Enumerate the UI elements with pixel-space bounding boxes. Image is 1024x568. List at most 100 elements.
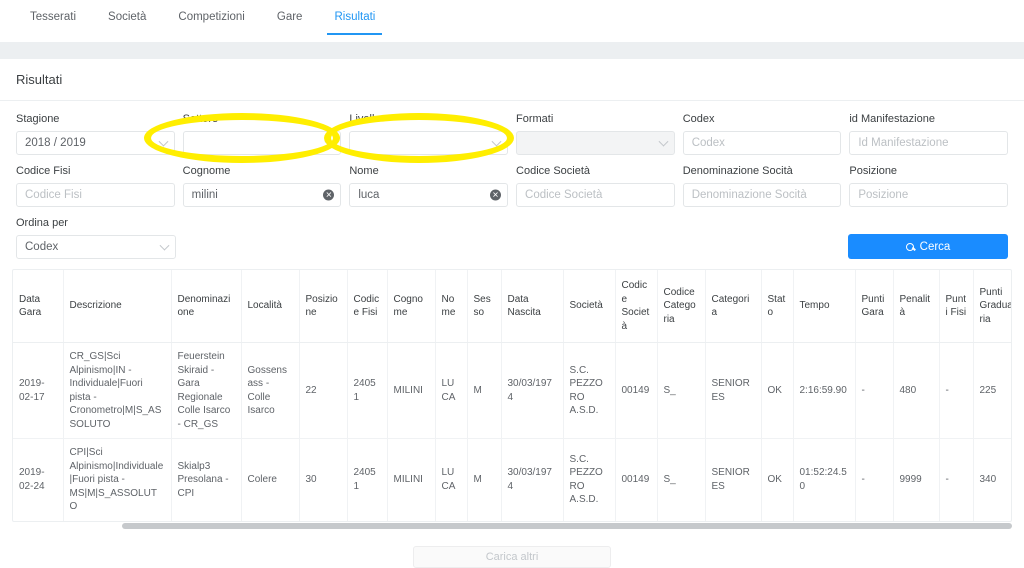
table-cell: -: [855, 342, 894, 439]
column-header: Tempo: [793, 270, 856, 343]
table-cell: OK: [761, 438, 794, 521]
input-codice-societ[interactable]: Codice Società: [516, 183, 675, 207]
filter-label-codex: Codex: [682, 113, 715, 125]
filter-row-2: Codice Fisi Codice Fisi Cognome milini ✕ Nome…: [16, 165, 1009, 207]
nav-tab-competizioni[interactable]: Competizioni: [162, 0, 260, 33]
select-formati: [516, 131, 675, 155]
horizontal-scrollbar[interactable]: [12, 521, 1012, 531]
results-card: Risultati Stagione 2018 / 2019 Settore Live…: [0, 59, 1024, 568]
search-button[interactable]: Cerca: [848, 234, 1008, 259]
table-cell: Feuerstein Skiraid - Gara Regionale Coll…: [171, 342, 242, 439]
filter-field-nome: Nome luca ✕: [349, 165, 509, 207]
input-posizione[interactable]: Posizione: [849, 183, 1009, 207]
column-header: Codice Categoria: [657, 270, 706, 343]
select-livello[interactable]: [349, 131, 509, 155]
filter-label-denominazione-socit: Denominazione Socità: [682, 165, 793, 177]
input-denominazione-socit[interactable]: Denominazione Socità: [682, 183, 842, 207]
load-more-button[interactable]: Carica altri: [413, 545, 611, 568]
select-settore[interactable]: [182, 131, 342, 155]
column-header: Posizione: [299, 270, 348, 343]
column-header: Nome: [435, 270, 468, 343]
column-header: Descrizione: [63, 270, 172, 343]
column-header: Codice Società: [615, 270, 658, 343]
page-title: Risultati: [0, 59, 1024, 101]
table-cell: Colere: [241, 438, 300, 521]
column-header: Data Gara: [13, 270, 64, 343]
page-background-band: [0, 42, 1024, 59]
table-cell: S.C. PEZZORO A.S.D.: [563, 342, 616, 439]
sort-by-select[interactable]: Codex: [16, 235, 176, 259]
table-cell: OK: [761, 342, 794, 439]
input-cognome[interactable]: milini ✕: [182, 183, 342, 207]
table-cell: M: [467, 342, 502, 439]
table-cell: 24051: [347, 438, 388, 521]
chevron-down-icon: [159, 240, 170, 251]
chevron-down-icon: [158, 136, 169, 147]
table-cell: 22: [299, 342, 348, 439]
table-cell: 2019-02-24: [13, 438, 64, 521]
select-stagione[interactable]: 2018 / 2019: [16, 131, 175, 155]
table-header-row: Data Gara Descrizione Denominazione Localit…: [13, 270, 1011, 343]
filter-field-codex: Codex Codex: [682, 113, 842, 155]
clear-icon-nome[interactable]: ✕: [490, 189, 502, 201]
table-cell: 30/03/1974: [501, 342, 564, 439]
table-cell: -: [939, 342, 974, 439]
table-cell: MILINI: [387, 342, 436, 439]
filter-label-stagione: Stagione: [16, 113, 60, 125]
filter-label-id-manifestazione: id Manifestazione: [849, 113, 935, 125]
column-header: Sesso: [467, 270, 502, 343]
table-cell: Gossensass - Colle Isarco: [241, 342, 300, 439]
placeholder-posizione: Posizione: [858, 189, 909, 201]
chevron-down-icon: [491, 136, 502, 147]
table-cell: 01:52:24.50: [793, 438, 856, 521]
filter-label-cognome: Cognome: [182, 165, 231, 177]
table-footer: Carica altri: [0, 531, 1024, 568]
filter-label-livello: Livello: [349, 113, 381, 125]
column-header: Stato: [761, 270, 794, 343]
nav-tab-tesserati[interactable]: Tesserati: [14, 0, 92, 33]
table-cell: CPI|Sci Alpinismo|Individuale|Fuori pist…: [63, 438, 172, 521]
column-header: Denominazione: [171, 270, 242, 343]
filter-field-posizione: Posizione Posizione: [849, 165, 1009, 207]
input-codice-fisi[interactable]: Codice Fisi: [16, 183, 175, 207]
main-navigation: Tesserati Società Competizioni Gare Risultat…: [0, 0, 1024, 37]
filters-panel: Stagione 2018 / 2019 Settore Livello Formati…: [0, 101, 1024, 259]
filter-field-livello: Livello: [349, 113, 509, 155]
input-codex[interactable]: Codex: [682, 131, 842, 155]
sort-and-search-row: Ordina per Codex Cerca: [16, 217, 1008, 259]
value-cognome: milini: [191, 189, 218, 201]
input-id-manifestazione[interactable]: Id Manifestazione: [849, 131, 1009, 155]
column-header: Punti Graduatoria: [973, 270, 1011, 343]
scrollbar-thumb[interactable]: [122, 522, 1012, 529]
table-cell: LUCA: [435, 342, 468, 439]
table-cell: 225: [979, 384, 997, 396]
input-nome[interactable]: luca ✕: [349, 183, 509, 207]
table-cell: CR_GS|Sci Alpinismo|IN - Individuale|Fuo…: [63, 342, 172, 439]
column-header: Località: [241, 270, 300, 343]
table-cell: 340: [979, 474, 997, 485]
table-cell: 24051: [347, 342, 388, 439]
filter-field-cognome: Cognome milini ✕: [182, 165, 342, 207]
table-row[interactable]: 2019-02-24 CPI|Sci Alpinismo|Individuale|…: [13, 438, 1011, 521]
clear-icon-cognome[interactable]: ✕: [323, 189, 335, 201]
table-cell: -: [855, 438, 894, 521]
placeholder-codex: Codex: [691, 137, 725, 149]
nav-tab-risultati[interactable]: Risultati: [318, 0, 391, 35]
table-cell: 2019-02-17: [13, 342, 64, 439]
filter-label-settore: Settore: [182, 113, 219, 125]
nav-tab-societ[interactable]: Società: [92, 0, 162, 33]
table-cell: SENIORES: [705, 438, 762, 521]
filter-row-1: Stagione 2018 / 2019 Settore Livello Formati…: [16, 113, 1009, 155]
table-row[interactable]: 2019-02-17 CR_GS|Sci Alpinismo|IN - Indiv…: [13, 342, 1011, 439]
column-header: Penalità: [893, 270, 940, 343]
table-cell: 00149: [615, 342, 658, 439]
nav-tab-gare[interactable]: Gare: [261, 0, 319, 33]
column-header: Punti Fisi: [939, 270, 974, 343]
table-cell: MILINI: [387, 438, 436, 521]
table-header: Data Gara Descrizione Denominazione Localit…: [13, 270, 1011, 343]
table-cell: Skialp3 Presolana - CPI: [171, 438, 242, 521]
placeholder-denominazione-socit: Denominazione Socità: [691, 189, 807, 201]
filter-label-codice-fisi: Codice Fisi: [16, 165, 71, 177]
filter-label-codice-societ: Codice Società: [516, 165, 591, 177]
table-cell: 9999: [893, 438, 940, 521]
